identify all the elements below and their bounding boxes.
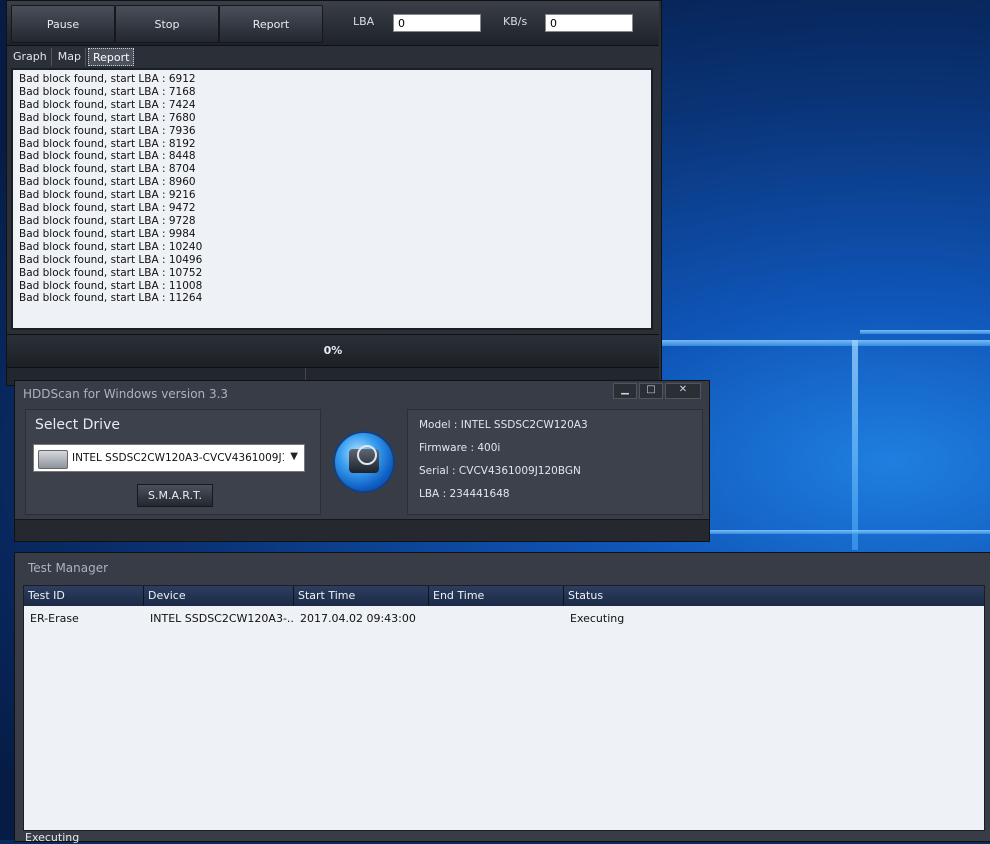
report-line: Bad block found, start LBA : 7936 bbox=[19, 124, 196, 137]
tab-report[interactable]: Report bbox=[87, 48, 135, 66]
lba-field[interactable] bbox=[393, 14, 481, 32]
tab-graph[interactable]: Graph bbox=[9, 48, 52, 66]
desktop-light-beam bbox=[710, 530, 990, 534]
cell-status: Executing bbox=[570, 612, 625, 625]
tab-map[interactable]: Map bbox=[54, 48, 86, 66]
drive-select-value: INTEL SSDSC2CW120A3-CVCV4361009J120BGN bbox=[72, 452, 284, 464]
report-line: Bad block found, start LBA : 8960 bbox=[19, 176, 196, 189]
drive-model: Model : INTEL SSDSC2CW120A3 bbox=[419, 419, 588, 431]
test-table: Test ID Device Start Time End Time Statu… bbox=[23, 585, 985, 831]
column-test-id[interactable]: Test ID bbox=[24, 586, 144, 606]
report-line: Bad block found, start LBA : 9984 bbox=[19, 227, 196, 240]
drive-serial: Serial : CVCV4361009J120BGN bbox=[419, 465, 581, 477]
test-manager-title: Test Manager bbox=[28, 561, 109, 575]
main-status-bar bbox=[15, 519, 709, 541]
maximize-button[interactable]: □ bbox=[639, 383, 663, 399]
cell-end-time bbox=[429, 610, 564, 628]
report-line: Bad block found, start LBA : 7168 bbox=[19, 85, 196, 98]
drive-firmware: Firmware : 400i bbox=[419, 442, 501, 454]
report-line: Bad block found, start LBA : 10496 bbox=[19, 253, 203, 266]
view-tabs: Graph Map Report bbox=[9, 48, 135, 66]
cell-test-id: ER-Erase bbox=[30, 612, 79, 625]
chevron-down-icon: ▼ bbox=[290, 451, 298, 462]
progress-percent: 0% bbox=[323, 344, 343, 357]
report-button[interactable]: Report bbox=[219, 5, 323, 43]
select-drive-label: Select Drive bbox=[35, 417, 120, 433]
smart-button[interactable]: S.M.A.R.T. bbox=[137, 484, 213, 507]
report-line: Bad block found, start LBA : 8448 bbox=[19, 150, 196, 163]
drive-icon bbox=[38, 450, 68, 469]
report-line: Bad block found, start LBA : 9472 bbox=[19, 202, 196, 215]
magnifier-icon bbox=[357, 445, 377, 465]
column-device[interactable]: Device bbox=[144, 586, 294, 606]
report-log[interactable]: Bad block found, start LBA : 6912 Bad blo… bbox=[11, 68, 653, 330]
test-manager-window: Test Manager Test ID Device Start Time E… bbox=[14, 552, 990, 844]
run-test-button[interactable] bbox=[333, 431, 395, 493]
table-header: Test ID Device Start Time End Time Statu… bbox=[24, 586, 984, 606]
cell-device: INTEL SSDSC2CW120A3-... bbox=[150, 612, 294, 625]
window-title: HDDScan for Windows version 3.3 bbox=[23, 387, 229, 401]
report-line: Bad block found, start LBA : 9728 bbox=[19, 214, 196, 227]
column-start-time[interactable]: Start Time bbox=[294, 586, 429, 606]
pause-button[interactable]: Pause bbox=[11, 5, 115, 43]
scan-toolbar: Pause Stop Report LBA KB/s bbox=[7, 1, 659, 46]
column-status[interactable]: Status bbox=[564, 586, 984, 606]
report-line: Bad block found, start LBA : 6912 bbox=[19, 73, 196, 85]
kbs-label: KB/s bbox=[503, 15, 528, 28]
scan-window: Pause Stop Report LBA KB/s Graph Map Rep… bbox=[6, 0, 662, 386]
drive-lba: LBA : 234441648 bbox=[419, 488, 510, 500]
test-manager-status: Executing bbox=[25, 831, 80, 844]
scan-progress-bar: 0% bbox=[7, 334, 659, 367]
lba-label: LBA bbox=[353, 15, 375, 28]
stop-button[interactable]: Stop bbox=[115, 5, 219, 43]
desktop-light-beam bbox=[660, 340, 990, 346]
hddscan-main-window: HDDScan for Windows version 3.3 ▁ □ ✕ Se… bbox=[14, 380, 710, 542]
minimize-button[interactable]: ▁ bbox=[613, 383, 637, 399]
desktop-light-beam bbox=[852, 340, 858, 550]
report-line: Bad block found, start LBA : 9216 bbox=[19, 189, 196, 202]
cell-start-time: 2017.04.02 09:43:00 bbox=[300, 612, 416, 625]
report-line: Bad block found, start LBA : 7424 bbox=[19, 98, 196, 111]
kbs-field[interactable] bbox=[545, 14, 633, 32]
report-line: Bad block found, start LBA : 10240 bbox=[19, 240, 203, 253]
table-row[interactable]: ER-Erase INTEL SSDSC2CW120A3-... 2017.04… bbox=[24, 610, 984, 628]
report-line: Bad block found, start LBA : 11264 bbox=[19, 292, 203, 305]
report-line: Bad block found, start LBA : 11008 bbox=[19, 279, 203, 292]
desktop-light-beam bbox=[860, 330, 990, 334]
report-line: Bad block found, start LBA : 7680 bbox=[19, 111, 196, 124]
report-line: Bad block found, start LBA : 8704 bbox=[19, 163, 196, 176]
close-button[interactable]: ✕ bbox=[665, 383, 701, 399]
report-line: Bad block found, start LBA : 10752 bbox=[19, 266, 203, 279]
report-line: Bad block found, start LBA : 8192 bbox=[19, 137, 196, 150]
column-end-time[interactable]: End Time bbox=[429, 586, 564, 606]
drive-select[interactable]: INTEL SSDSC2CW120A3-CVCV4361009J120BGN ▼ bbox=[33, 444, 305, 472]
